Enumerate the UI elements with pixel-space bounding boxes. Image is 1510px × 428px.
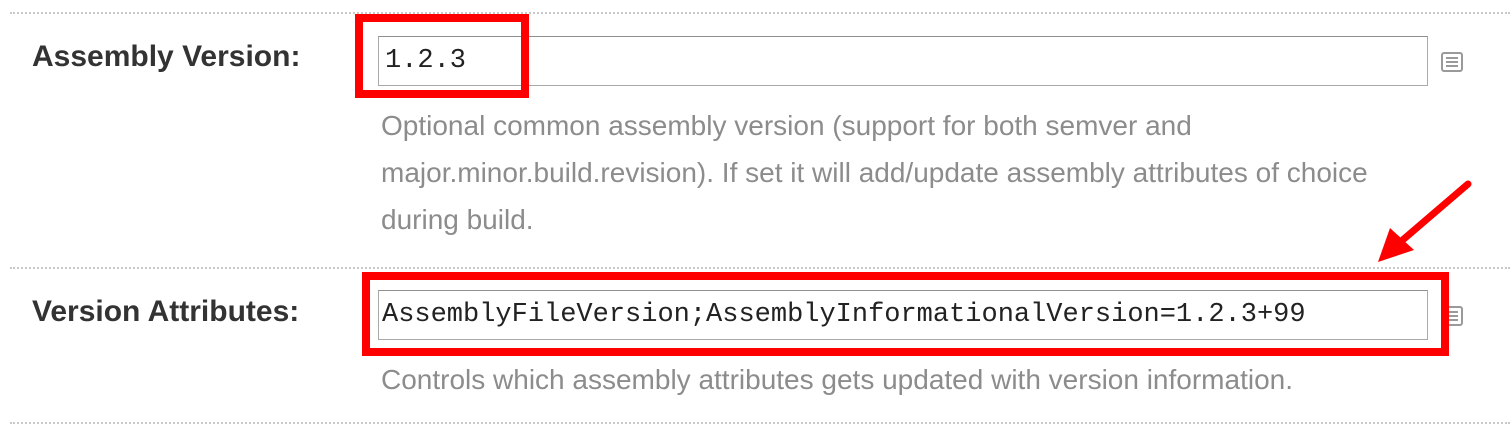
red-arrow-icon: [1378, 180, 1472, 262]
bottom-divider: [10, 422, 1510, 424]
version-attributes-label: Version Attributes:: [32, 295, 300, 328]
assembly-version-label: Assembly Version:: [32, 40, 301, 73]
help-icon[interactable]: [1441, 52, 1463, 72]
top-divider: [10, 12, 1510, 14]
version-attributes-help: Controls which assembly attributes gets …: [381, 364, 1293, 395]
assembly-version-help: Optional common assembly version (suppor…: [381, 110, 1368, 235]
version-attributes-input[interactable]: [378, 290, 1428, 340]
assembly-version-input[interactable]: [378, 36, 1428, 86]
help-icon[interactable]: [1441, 306, 1463, 326]
middle-divider: [10, 267, 1510, 269]
